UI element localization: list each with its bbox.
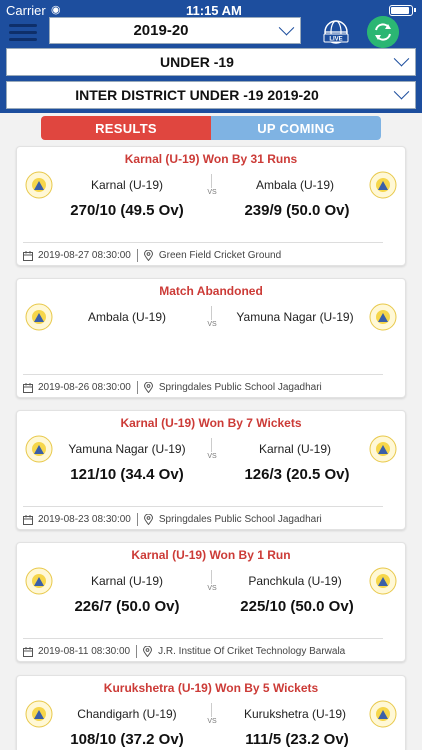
match-card[interactable]: Kurukshetra (U-19) Won By 5 Wickets Chan…: [16, 675, 406, 750]
match-datetime: 2019-08-26 08:30:00: [38, 382, 131, 393]
team-2-score: 126/3 (20.5 Ov): [244, 466, 350, 483]
footer-separator: [136, 645, 138, 658]
match-venue: Springdales Public School Jagadhari: [158, 514, 322, 525]
match-card[interactable]: Match Abandoned Ambala (U-19) VS Yamuna …: [16, 278, 406, 398]
calendar-icon: [23, 250, 33, 261]
age-group-select[interactable]: UNDER -19: [6, 48, 416, 76]
location-pin-icon: [143, 646, 153, 657]
team-1-score: 121/10 (34.4 Ov): [70, 466, 184, 483]
team-2-score: 111/5 (23.2 Ov): [245, 731, 349, 748]
match-footer: 2019-08-26 08:30:00 Springdales Public S…: [23, 381, 322, 394]
match-footer: 2019-08-11 08:30:00 J.R. Institue Of Cri…: [23, 645, 345, 658]
live-globe-icon[interactable]: LIVE: [321, 19, 351, 49]
match-venue: Green Field Cricket Ground: [158, 250, 282, 261]
location-pin-icon: [143, 382, 153, 393]
match-datetime: 2019-08-27 08:30:00: [38, 250, 131, 261]
carrier-label: Carrier: [6, 3, 46, 18]
team-1-score: 108/10 (37.2 Ov): [70, 731, 184, 748]
team-logo-icon: [369, 171, 397, 199]
calendar-icon: [23, 514, 33, 525]
team-logo-icon: [369, 435, 397, 463]
card-divider: [23, 374, 383, 375]
clock: 11:15 AM: [186, 3, 242, 18]
team-2-score: 239/9 (50.0 Ov): [244, 202, 350, 219]
refresh-icon[interactable]: [367, 16, 399, 48]
match-datetime: 2019-08-23 08:30:00: [38, 514, 131, 525]
location-pin-icon: [143, 514, 153, 525]
team-2-name: Panchkula (U-19): [248, 574, 342, 588]
tab-results[interactable]: RESULTS: [41, 116, 211, 140]
battery-icon: [389, 5, 416, 16]
chevron-down-icon: [278, 19, 295, 35]
match-footer: 2019-08-27 08:30:00 Green Field Cricket …: [23, 249, 281, 262]
team-2-name: Ambala (U-19): [255, 178, 335, 192]
season-select[interactable]: 2019-20: [49, 17, 301, 44]
match-result: Karnal (U-19) Won By 31 Runs: [124, 152, 298, 166]
footer-separator: [136, 381, 138, 394]
match-result: Kurukshetra (U-19) Won By 5 Wickets: [103, 681, 319, 695]
tournament-select[interactable]: INTER DISTRICT UNDER -19 2019-20: [6, 81, 416, 109]
app-header: Carrier ◉ 11:15 AM 2019-20 LIVE UNDER -1…: [0, 0, 422, 113]
team-1-score: 270/10 (49.5 Ov): [70, 202, 184, 219]
match-card[interactable]: Karnal (U-19) Won By 31 Runs Karnal (U-1…: [16, 146, 406, 266]
match-venue: J.R. Institue Of Criket Technology Barwa…: [158, 646, 346, 657]
tab-upcoming[interactable]: UP COMING: [211, 116, 381, 140]
season-value: 2019-20: [133, 22, 189, 39]
match-card[interactable]: Karnal (U-19) Won By 1 Run Karnal (U-19)…: [16, 542, 406, 662]
chevron-down-icon: [393, 83, 410, 100]
card-divider: [23, 506, 383, 507]
tournament-value: INTER DISTRICT UNDER -19 2019-20: [75, 87, 319, 103]
team-2-name: Yamuna Nagar (U-19): [236, 310, 354, 324]
team-2-name: Kurukshetra (U-19): [243, 707, 347, 721]
team-1-score: 226/7 (50.0 Ov): [74, 598, 180, 615]
card-divider: [23, 242, 383, 243]
age-group-value: UNDER -19: [160, 54, 234, 70]
team-logo-icon: [369, 567, 397, 595]
team-2-score: 225/10 (50.0 Ov): [240, 598, 354, 615]
footer-separator: [136, 513, 138, 526]
match-card[interactable]: Karnal (U-19) Won By 7 Wickets Yamuna Na…: [16, 410, 406, 530]
team-1-name: Karnal (U-19): [90, 574, 164, 588]
location-pin-icon: [143, 250, 153, 261]
team-logo-icon: [369, 303, 397, 331]
team-2-name: Karnal (U-19): [258, 442, 332, 456]
wifi-icon: ◉: [51, 4, 61, 16]
team-1-name: Karnal (U-19): [90, 178, 164, 192]
match-result: Karnal (U-19) Won By 7 Wickets: [120, 416, 302, 430]
team-1-name: Chandigarh (U-19): [77, 707, 177, 721]
team-1-name: Ambala (U-19): [87, 310, 167, 324]
team-1-name: Yamuna Nagar (U-19): [68, 442, 186, 456]
menu-icon[interactable]: [9, 22, 37, 43]
match-result: Match Abandoned: [159, 284, 263, 298]
chevron-down-icon: [393, 50, 410, 67]
match-result: Karnal (U-19) Won By 1 Run: [131, 548, 291, 562]
team-logo-icon: [369, 700, 397, 728]
results-tabs: RESULTS UP COMING: [41, 116, 381, 140]
match-footer: 2019-08-23 08:30:00 Springdales Public S…: [23, 513, 322, 526]
calendar-icon: [23, 382, 33, 393]
match-venue: Springdales Public School Jagadhari: [158, 382, 322, 393]
footer-separator: [136, 249, 138, 262]
calendar-icon: [23, 646, 33, 657]
match-datetime: 2019-08-11 08:30:00: [38, 646, 131, 657]
card-divider: [23, 638, 383, 639]
live-label: LIVE: [329, 37, 342, 43]
